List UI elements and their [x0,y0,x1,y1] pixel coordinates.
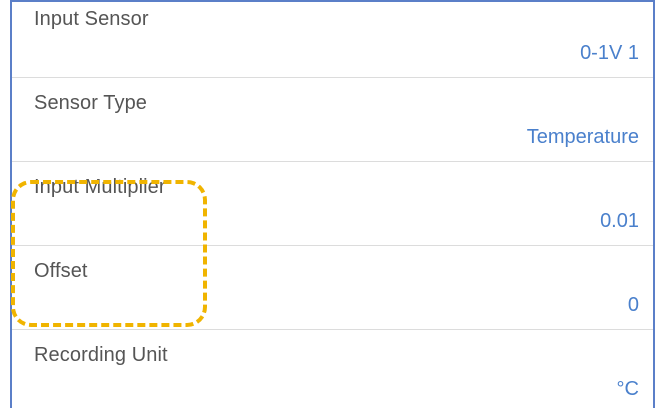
setting-label: Recording Unit [34,344,168,366]
setting-label: Input Multiplier [34,176,166,198]
setting-label: Input Sensor [34,8,149,30]
setting-row-recording-unit[interactable]: Recording Unit °C [12,330,653,414]
setting-value: 0.01 [600,210,639,232]
setting-value: °C [616,378,639,400]
setting-value: 0-1V 1 [580,42,639,64]
setting-row-input-sensor[interactable]: Input Sensor 0-1V 1 [12,0,653,78]
setting-label: Offset [34,260,88,282]
settings-list: Input Sensor 0-1V 1 Sensor Type Temperat… [10,0,655,408]
setting-row-offset[interactable]: Offset 0 [12,246,653,330]
setting-label: Sensor Type [34,92,148,114]
setting-value: 0 [627,294,639,316]
setting-row-input-multiplier[interactable]: Input Multiplier 0.01 [12,162,653,246]
setting-row-sensor-type[interactable]: Sensor Type Temperature [12,78,653,162]
setting-value: Temperature [526,126,639,148]
